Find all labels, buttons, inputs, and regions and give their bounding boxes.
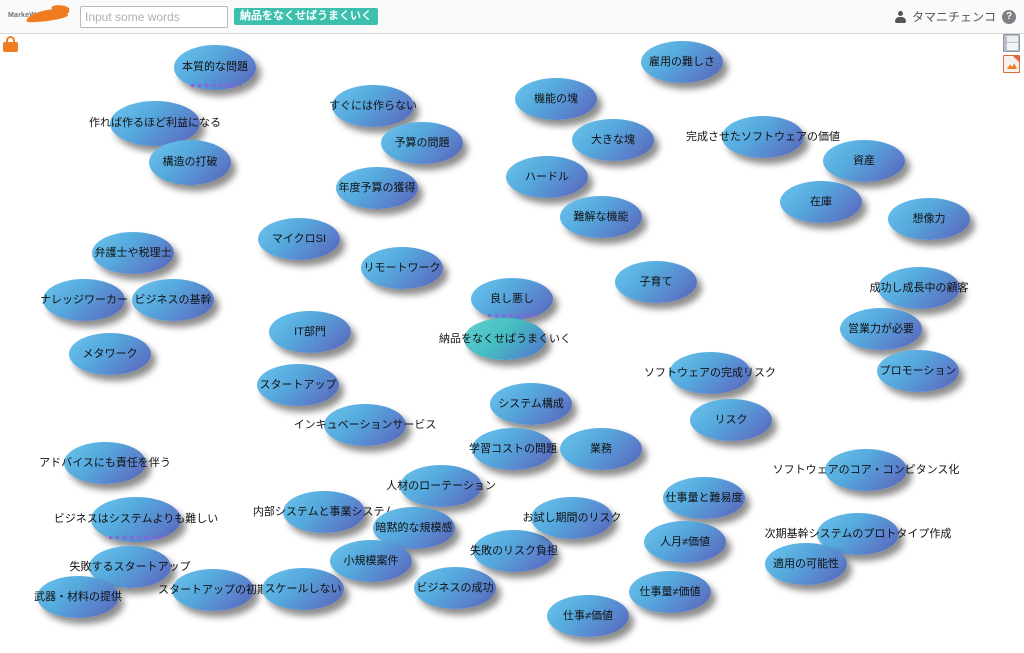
bubble-node[interactable] xyxy=(490,383,572,425)
bubble-node[interactable] xyxy=(690,399,772,441)
bubble-node[interactable] xyxy=(560,196,642,238)
bubble-node[interactable] xyxy=(92,232,174,274)
bubble-node[interactable] xyxy=(663,477,745,519)
bubble-node[interactable] xyxy=(400,465,482,507)
bubble-node[interactable] xyxy=(615,261,697,303)
bubble-node[interactable] xyxy=(258,218,340,260)
bubble-node[interactable] xyxy=(722,116,804,158)
bubble-node[interactable] xyxy=(825,449,907,491)
bubble-node[interactable] xyxy=(174,44,256,90)
bubble-node[interactable] xyxy=(283,491,365,533)
bubble-node[interactable] xyxy=(361,247,443,289)
bubble-node[interactable] xyxy=(91,496,181,542)
bubble-node[interactable] xyxy=(840,308,922,350)
export-image-icon[interactable] xyxy=(1003,55,1020,73)
bubble-node[interactable] xyxy=(43,279,125,321)
bubble-node[interactable] xyxy=(780,181,862,223)
bubble-node[interactable] xyxy=(381,122,463,164)
bubble-node[interactable] xyxy=(414,567,496,609)
bubble-canvas[interactable]: 本質的な問題 作れば作るほど利益になる 構造の打破 すぐには作らない 予算の問題 年度予算… xyxy=(0,34,1024,653)
bubble-node[interactable] xyxy=(149,139,231,185)
bubble-node[interactable] xyxy=(324,404,406,446)
bubble-node[interactable] xyxy=(823,140,905,182)
logo-swoosh-icon xyxy=(25,6,69,24)
bubble-node[interactable] xyxy=(262,568,344,610)
user-area: タマニチェンコ ? xyxy=(894,8,1016,25)
bubble-node[interactable] xyxy=(888,198,970,240)
bubble-node[interactable] xyxy=(69,333,151,375)
top-toolbar: MarkeWords 納品をなくせばうまくいく タマニチェンコ ? xyxy=(0,0,1024,34)
bubble-node[interactable] xyxy=(547,595,629,637)
bubble-node[interactable] xyxy=(641,41,723,83)
user-name: タマニチェンコ xyxy=(911,10,996,24)
bubble-node[interactable] xyxy=(336,167,418,209)
active-keyword-chip[interactable]: 納品をなくせばうまくいく xyxy=(234,8,378,25)
lock-icon[interactable] xyxy=(3,36,18,52)
bubble-node[interactable] xyxy=(464,318,546,360)
bubble-node[interactable] xyxy=(877,350,959,392)
help-icon[interactable]: ? xyxy=(1002,9,1016,24)
user-icon xyxy=(894,10,906,23)
bubble-node[interactable] xyxy=(473,530,555,572)
bubble-node[interactable] xyxy=(878,267,960,309)
bubble-node[interactable] xyxy=(172,569,254,611)
bubble-node[interactable] xyxy=(506,156,588,198)
save-icon[interactable] xyxy=(1003,34,1020,52)
bubble-node[interactable] xyxy=(765,543,847,585)
bubble-node[interactable] xyxy=(330,540,412,582)
bubble-node[interactable] xyxy=(669,352,751,394)
search-input[interactable] xyxy=(80,5,228,28)
bubble-node[interactable] xyxy=(644,521,726,563)
bubble-node[interactable] xyxy=(531,497,613,539)
lock-body xyxy=(3,42,18,52)
bubble-node[interactable] xyxy=(257,364,339,406)
bubble-node[interactable] xyxy=(132,279,214,321)
bubble-node[interactable] xyxy=(332,85,414,127)
bubble-node[interactable] xyxy=(269,311,351,353)
bubble-node[interactable] xyxy=(64,442,146,484)
bubble-node[interactable] xyxy=(110,100,200,146)
bubble-node[interactable] xyxy=(472,428,554,470)
bubble-node[interactable] xyxy=(629,571,711,613)
bubble-node[interactable] xyxy=(515,78,597,120)
bubble-node[interactable] xyxy=(471,278,553,320)
tool-rail xyxy=(1003,34,1020,76)
bubble-node[interactable] xyxy=(37,576,119,618)
app-logo[interactable]: MarkeWords xyxy=(8,6,74,28)
bubble-node[interactable] xyxy=(572,119,654,161)
bubble-node[interactable] xyxy=(560,428,642,470)
